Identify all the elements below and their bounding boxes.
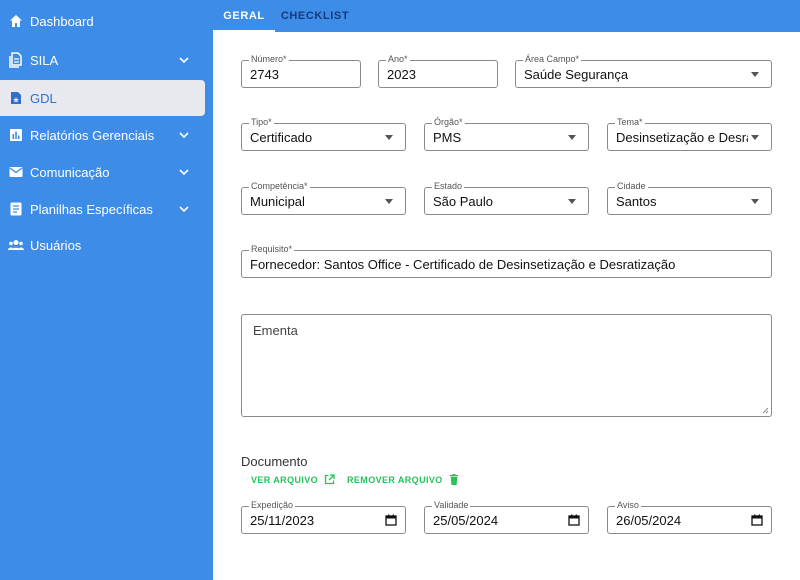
tipo-label: Tipo*: [249, 117, 274, 128]
estado-select[interactable]: Estado São Paulo: [424, 181, 589, 215]
calendar-icon[interactable]: [751, 514, 763, 526]
cidade-value: Santos: [616, 194, 657, 209]
orgao-label: Órgão*: [432, 117, 465, 128]
dropdown-arrow-icon: [751, 72, 759, 77]
expedicao-date-field[interactable]: Expedição 25/11/2023: [241, 500, 406, 534]
tema-select[interactable]: Tema* Desinsetização e Desra: [607, 117, 772, 151]
chevron-down-icon: [179, 206, 189, 213]
expedicao-value: 25/11/2023: [250, 513, 315, 528]
sidebar-item-label: Comunicação: [30, 164, 110, 180]
area-campo-value: Saúde Segurança: [524, 67, 629, 82]
dropdown-arrow-icon: [385, 135, 393, 140]
requisito-label: Requisito*: [249, 244, 295, 255]
ementa-textarea[interactable]: Ementa: [241, 314, 772, 417]
ver-arquivo-button[interactable]: VER ARQUIVO: [251, 474, 335, 485]
numero-label: Número*: [249, 54, 289, 65]
tema-label: Tema*: [615, 117, 645, 128]
chevron-down-icon: [179, 169, 189, 176]
sheet-icon: [8, 201, 24, 217]
open-external-icon: [324, 474, 335, 485]
trash-icon: [449, 474, 458, 485]
home-icon: [8, 13, 24, 29]
requisito-value: Fornecedor: Santos Office - Certificado …: [250, 257, 676, 272]
sidebar-item-label: Dashboard: [30, 13, 94, 29]
validade-label: Validade: [432, 500, 471, 511]
numero-value: 2743: [250, 67, 279, 82]
dropdown-arrow-icon: [568, 135, 576, 140]
chevron-down-icon: [179, 57, 189, 64]
bar-chart-icon: [8, 127, 24, 143]
ano-label: Ano*: [386, 54, 410, 65]
sidebar-item-label: Usuários: [30, 237, 82, 253]
sidebar-item-comunicacao[interactable]: Comunicação: [0, 154, 213, 190]
tab-bar: GERAL CHECKLIST: [213, 0, 800, 32]
aviso-label: Aviso: [615, 500, 641, 511]
dropdown-arrow-icon: [568, 199, 576, 204]
tema-value: Desinsetização e Desra: [616, 130, 748, 145]
numero-field[interactable]: Número* 2743: [241, 54, 361, 88]
tab-geral[interactable]: GERAL: [213, 0, 275, 32]
document-icon: [8, 52, 24, 68]
dropdown-arrow-icon: [751, 135, 759, 140]
calendar-icon[interactable]: [568, 514, 580, 526]
area-campo-label: Área Campo*: [523, 54, 582, 65]
mail-icon: [8, 164, 24, 180]
cidade-label: Cidade: [615, 181, 648, 192]
validade-date-field[interactable]: Validade 25/05/2024: [424, 500, 589, 534]
competencia-select[interactable]: Competência* Municipal: [241, 181, 406, 215]
area-campo-select[interactable]: Área Campo* Saúde Segurança: [515, 54, 772, 88]
estado-value: São Paulo: [433, 194, 493, 209]
sidebar-item-label: Relatórios Gerenciais: [30, 127, 155, 143]
tipo-select[interactable]: Tipo* Certificado: [241, 117, 406, 151]
gdl-file-icon: [8, 90, 24, 106]
aviso-date-field[interactable]: Aviso 26/05/2024: [607, 500, 772, 534]
validade-value: 25/05/2024: [433, 513, 499, 528]
estado-label: Estado: [432, 181, 465, 192]
sidebar-item-relatorios[interactable]: Relatórios Gerenciais: [0, 117, 213, 153]
requisito-field[interactable]: Requisito* Fornecedor: Santos Office - C…: [241, 244, 772, 278]
sidebar-item-usuarios[interactable]: Usuários: [0, 227, 213, 263]
sidebar-item-gdl[interactable]: GDL: [0, 80, 205, 116]
expedicao-label: Expedição: [249, 500, 296, 511]
calendar-icon[interactable]: [385, 514, 397, 526]
aviso-value: 26/05/2024: [616, 513, 682, 528]
sidebar-item-label: SILA: [30, 52, 59, 68]
orgao-select[interactable]: Órgão* PMS: [424, 117, 589, 151]
remover-arquivo-label: REMOVER ARQUIVO: [347, 474, 443, 485]
chevron-down-icon: [179, 132, 189, 139]
competencia-label: Competência*: [249, 181, 310, 192]
ver-arquivo-label: VER ARQUIVO: [251, 474, 319, 485]
sidebar-item-label: GDL: [30, 90, 57, 106]
dropdown-arrow-icon: [385, 199, 393, 204]
sidebar-item-label: Planilhas Específicas: [30, 201, 153, 217]
tipo-value: Certificado: [250, 130, 313, 145]
sidebar: Dashboard SILA GDL Relatórios Gerenciais…: [0, 0, 213, 580]
tab-checklist[interactable]: CHECKLIST: [275, 0, 355, 32]
orgao-value: PMS: [433, 130, 462, 145]
sidebar-item-sila[interactable]: SILA: [0, 42, 213, 78]
remover-arquivo-button[interactable]: REMOVER ARQUIVO: [347, 474, 459, 485]
cidade-select[interactable]: Cidade Santos: [607, 181, 772, 215]
resize-grip-icon[interactable]: [761, 406, 769, 414]
ano-field[interactable]: Ano* 2023: [378, 54, 498, 88]
competencia-value: Municipal: [250, 194, 305, 209]
users-icon: [8, 237, 24, 253]
sidebar-item-dashboard[interactable]: Dashboard: [0, 3, 213, 39]
sidebar-item-planilhas[interactable]: Planilhas Específicas: [0, 191, 213, 227]
ementa-placeholder: Ementa: [253, 323, 298, 338]
documento-title: Documento: [241, 454, 308, 469]
dropdown-arrow-icon: [751, 199, 759, 204]
ano-value: 2023: [387, 67, 416, 82]
